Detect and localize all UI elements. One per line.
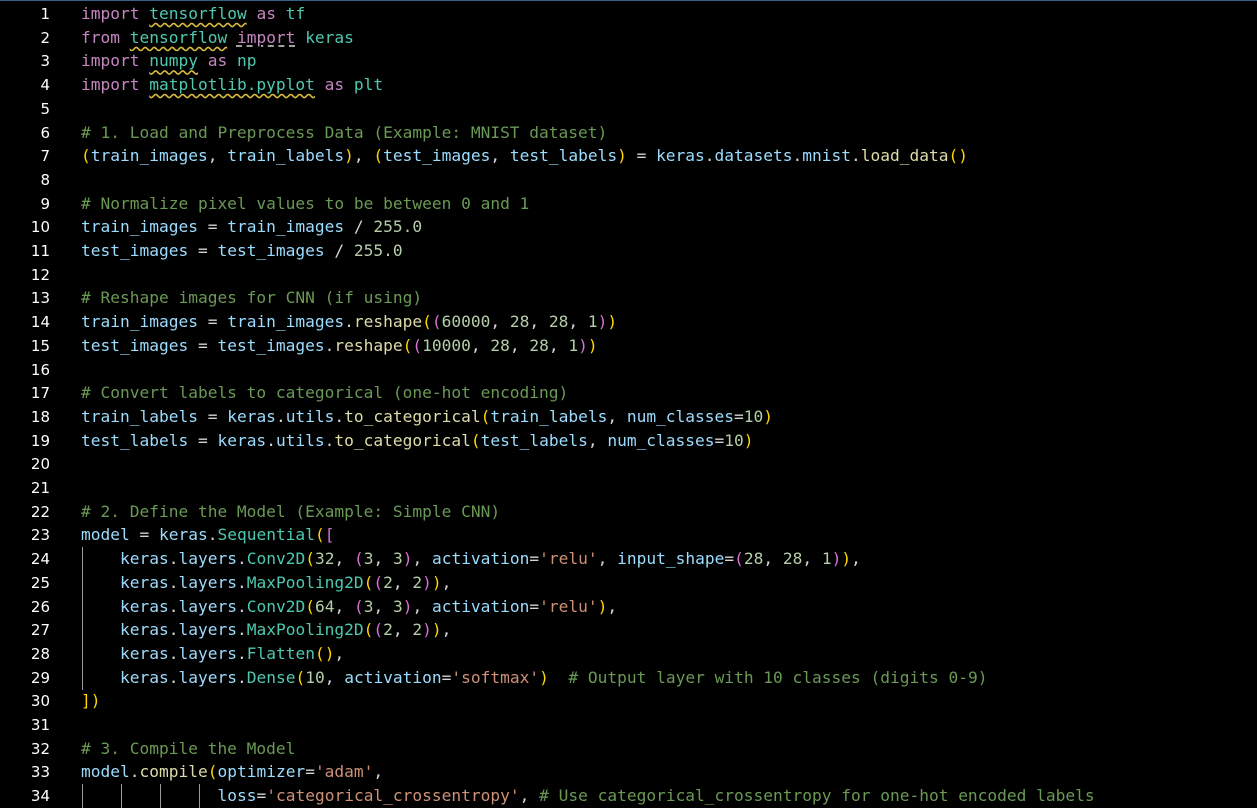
code-line[interactable]: 12 [0,263,1257,287]
code-line[interactable]: 17 # Convert labels to categorical (one-h… [0,381,1257,405]
line-number: 2 [40,28,50,47]
code-line[interactable]: 29 keras.layers.Dense(10, activation='so… [0,665,1257,690]
line-number: 3 [40,52,50,71]
code-line[interactable]: 14 train_images = train_images.reshape((6… [0,310,1257,334]
line-number: 27 [30,621,50,640]
line-number: 11 [30,242,50,260]
code-line[interactable]: 3 import numpy as np [0,49,1257,73]
line-number: 29 [30,668,50,687]
code-text[interactable]: import numpy as np [81,49,256,73]
code-text[interactable]: loss='categorical_crossentropy', # Use c… [81,784,1095,808]
line-number: 23 [30,526,50,545]
code-text[interactable]: import matplotlib.pyplot as plt [81,73,383,97]
line-number: 32 [30,739,50,758]
line-number: 28 [30,644,50,663]
line-number: 33 [30,763,50,782]
code-text[interactable]: keras.layers.MaxPooling2D((2, 2)), [81,618,451,642]
line-number: 4 [40,76,50,95]
code-text[interactable]: import tensorflow as tf [81,2,305,26]
code-text[interactable]: test_images = test_images / 255.0 [81,239,403,263]
line-number: 30 [30,692,50,711]
code-text[interactable]: test_labels = keras.utils.to_categorical… [81,429,754,453]
line-number: 6 [40,123,50,142]
line-number: 9 [40,194,50,213]
line-number: 7 [40,147,50,166]
code-text[interactable]: train_images = train_images / 255.0 [81,215,422,239]
code-line[interactable]: 13 # Reshape images for CNN (if using) [0,286,1257,310]
code-text[interactable]: model = keras.Sequential([ [81,523,334,547]
code-line[interactable]: 23 model = keras.Sequential([ [0,523,1257,547]
line-number: 31 [30,716,50,734]
code-line[interactable]: 16 [0,358,1257,382]
code-line[interactable]: 33 model.compile(optimizer='adam', [0,760,1257,784]
code-text[interactable]: # Reshape images for CNN (if using) [81,286,422,310]
line-number: 15 [30,336,50,355]
code-text[interactable]: # 2. Define the Model (Example: Simple C… [81,500,500,524]
code-line[interactable]: 26 keras.layers.Conv2D(64, (3, 3), activ… [0,594,1257,619]
code-line[interactable]: 18 train_labels = keras.utils.to_categori… [0,405,1257,429]
line-number: 5 [40,99,50,118]
code-text[interactable]: # Normalize pixel values to be between 0… [81,192,529,216]
code-text[interactable]: keras.layers.Flatten(), [81,642,344,666]
code-line[interactable]: 4 import matplotlib.pyplot as plt [0,73,1257,97]
code-line[interactable]: 15 test_images = test_images.reshape((100… [0,334,1257,358]
code-text[interactable]: keras.layers.MaxPooling2D((2, 2)), [81,571,451,595]
code-line[interactable]: 34 loss='categorical_crossentropy', # Us… [0,784,1257,808]
code-line[interactable]: 8 [0,168,1257,192]
line-number: 26 [30,597,50,616]
code-text[interactable]: # Convert labels to categorical (one-hot… [81,381,568,405]
code-line[interactable]: 30]) [0,689,1257,713]
code-text[interactable]: keras.layers.Conv2D(64, (3, 3), activati… [81,595,617,619]
line-number: 1 [40,5,50,23]
code-line[interactable]: 32 # 3. Compile the Model [0,737,1257,761]
code-line[interactable]: 1 import tensorflow as tf [0,2,1257,26]
code-text[interactable]: keras.layers.Dense(10, activation='softm… [81,666,987,690]
code-text[interactable]: # 1. Load and Preprocess Data (Example: … [81,121,607,145]
code-line[interactable]: 25 keras.layers.MaxPooling2D((2, 2)), [0,570,1257,595]
code-line[interactable]: 27 keras.layers.MaxPooling2D((2, 2)), [0,618,1257,643]
line-number: 12 [30,265,50,284]
code-line[interactable]: 19 test_labels = keras.utils.to_categoric… [0,429,1257,453]
line-number: 22 [30,502,50,521]
code-editor[interactable]: 1 import tensorflow as tf 2 from tensorflow… [0,0,1257,808]
code-line[interactable]: 6 # 1. Load and Preprocess Data (Example:… [0,121,1257,145]
code-line[interactable]: 2 from tensorflow import keras [0,26,1257,50]
code-text[interactable]: from tensorflow import keras [81,26,354,50]
code-text[interactable]: keras.layers.Conv2D(32, (3, 3), activati… [81,547,861,571]
code-text[interactable]: train_labels = keras.utils.to_categorica… [81,405,773,429]
line-number: 14 [30,313,50,332]
line-number: 8 [40,170,50,189]
code-line[interactable]: 7 (train_images, train_labels), (test_ima… [0,144,1257,168]
line-number: 13 [30,289,50,308]
code-text[interactable]: test_images = test_images.reshape((10000… [81,334,598,358]
line-number: 10 [30,218,50,237]
line-number: 17 [30,384,50,403]
line-number: 25 [30,573,50,592]
code-text[interactable]: ]) [81,689,101,713]
line-number: 18 [30,407,50,426]
code-line[interactable]: 22 # 2. Define the Model (Example: Simple… [0,500,1257,524]
line-number: 20 [30,455,50,474]
code-text[interactable]: # 3. Compile the Model [81,737,295,761]
line-number: 34 [30,787,50,806]
code-line[interactable]: 10 train_images = train_images / 255.0 [0,215,1257,239]
line-number: 19 [30,431,50,450]
line-number: 21 [30,479,50,497]
line-number: 24 [30,550,50,569]
code-text[interactable]: model.compile(optimizer='adam', [81,760,383,784]
code-line[interactable]: 5 [0,97,1257,121]
line-number: 16 [30,360,50,379]
code-line[interactable]: 11 test_images = test_images / 255.0 [0,239,1257,263]
code-line[interactable]: 31 [0,713,1257,737]
code-line[interactable]: 24 keras.layers.Conv2D(32, (3, 3), activ… [0,547,1257,572]
code-line[interactable]: 9 # Normalize pixel values to be between … [0,192,1257,216]
code-line[interactable]: 28 keras.layers.Flatten(), [0,641,1257,666]
code-text[interactable]: (train_images, train_labels), (test_imag… [81,144,968,168]
code-text[interactable]: train_images = train_images.reshape((600… [81,310,617,334]
code-line[interactable]: 20 [0,452,1257,476]
code-line[interactable]: 21 [0,476,1257,500]
